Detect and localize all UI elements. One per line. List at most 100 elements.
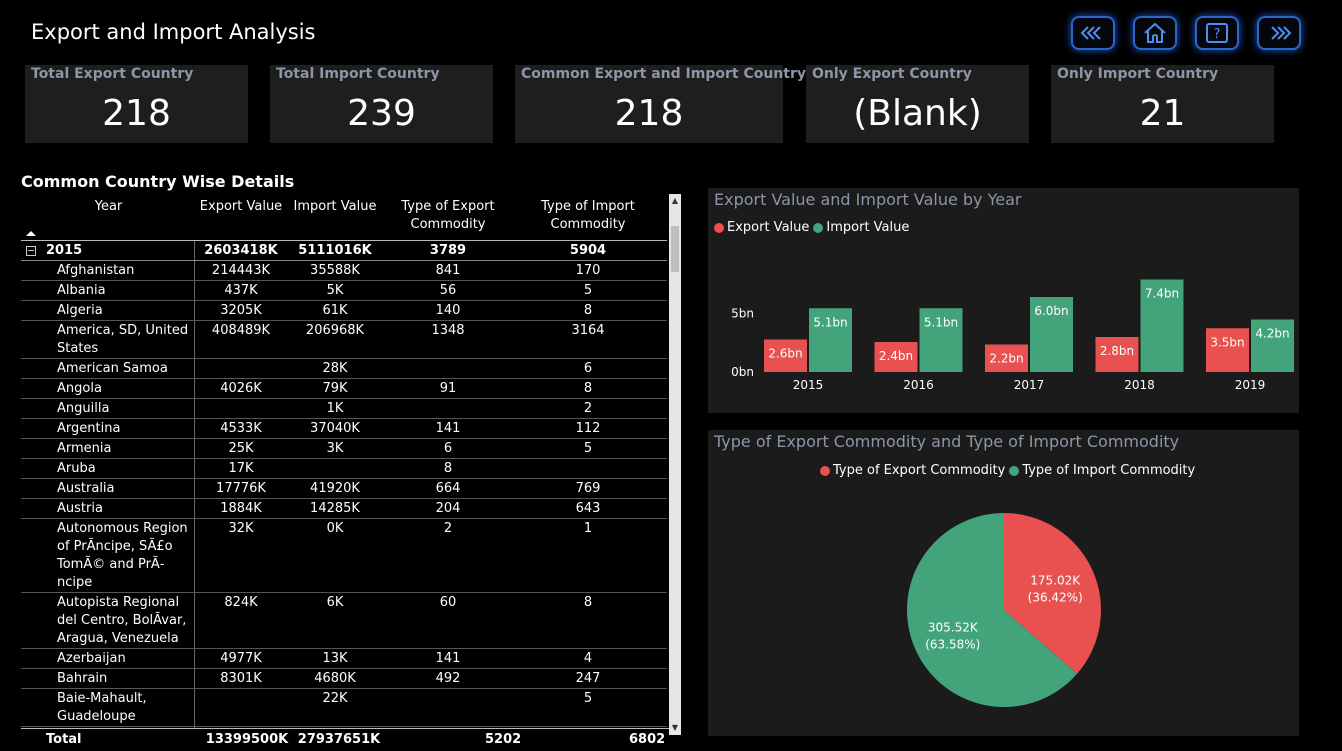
row-country: Albania [57, 283, 106, 298]
x-tick-label: 2017 [1014, 378, 1045, 392]
kpi-common-country: Common Export and Import Country 218 [515, 65, 806, 143]
kpi-total-export-country: Total Export Country 218 [25, 65, 248, 143]
table-row[interactable]: Baie-Mahault, Guadeloupe 22K 5 [21, 689, 667, 727]
x-tick-label: 2019 [1235, 378, 1266, 392]
kpi-value: 218 [614, 93, 684, 134]
table-row[interactable]: American Samoa 28K 6 [21, 359, 667, 379]
row-type-export: 204 [435, 501, 461, 516]
scroll-down-icon[interactable]: ▼ [670, 723, 680, 733]
row-export: 17K [228, 461, 254, 476]
table-row[interactable]: Argentina 4533K 37040K 141 112 [21, 419, 667, 439]
table-row[interactable]: Afghanistan 214443K 35588K 841 170 [21, 261, 667, 281]
row-type-import: 170 [575, 263, 601, 278]
row-type-import: 2 [583, 401, 593, 416]
back-button[interactable] [1071, 16, 1115, 50]
pie-value-label: 305.52K [928, 620, 979, 634]
table-row[interactable]: Australia 17776K 41920K 664 769 [21, 479, 667, 499]
table-row[interactable]: Angola 4026K 79K 91 8 [21, 379, 667, 399]
table-row[interactable]: Algeria 3205K 61K 140 8 [21, 301, 667, 321]
next-button[interactable] [1257, 16, 1301, 50]
row-export: 4977K [220, 651, 262, 666]
bar-data-label: 6.0bn [1034, 304, 1068, 318]
table-row[interactable]: Austria 1884K 14285K 204 643 [21, 499, 667, 519]
y-tick-label: 0bn [731, 365, 754, 379]
row-import: 79K [322, 381, 348, 396]
bar-data-label: 2.4bn [879, 349, 913, 363]
table-row[interactable]: Aruba 17K 8 [21, 459, 667, 479]
row-country: Austria [57, 501, 103, 516]
row-type-export: 56 [439, 283, 457, 298]
row-export: 408489K [211, 323, 271, 338]
total-export: 13399500K [205, 732, 289, 747]
group-type-export: 3789 [429, 243, 467, 258]
help-icon: ? [1206, 23, 1228, 43]
column-header-year[interactable]: Year [61, 198, 156, 216]
row-type-import: 5 [583, 691, 593, 706]
row-import: 41920K [310, 481, 360, 496]
home-button[interactable] [1133, 16, 1177, 50]
help-button[interactable]: ? [1195, 16, 1239, 50]
bar-data-label: 2.6bn [768, 347, 802, 361]
group-type-import: 5904 [569, 243, 607, 258]
row-country: America, SD, United States [57, 323, 189, 356]
row-type-export: 664 [435, 481, 461, 496]
sort-ascending-icon[interactable] [26, 231, 36, 236]
row-type-import: 8 [583, 381, 593, 396]
row-type-export: 141 [435, 421, 461, 436]
table-row[interactable]: Bahrain 8301K 4680K 492 247 [21, 669, 667, 689]
table-row[interactable]: Autonomous Region of PrÃncipe, SÃ£o TomÃ… [21, 519, 667, 593]
scroll-up-icon[interactable]: ▲ [670, 196, 680, 206]
total-type-import: 6802 [629, 732, 666, 747]
column-header-type-export[interactable]: Type of Export Commodity [393, 198, 503, 234]
table-row[interactable]: Albania 437K 5K 56 5 [21, 281, 667, 301]
row-export: 3205K [220, 303, 262, 318]
svg-text:?: ? [1214, 27, 1221, 42]
kpi-only-export-country: Only Export Country (Blank) [806, 65, 1029, 143]
row-type-import: 643 [575, 501, 601, 516]
country-details-table[interactable]: Year Export Value Import Value Type of E… [21, 194, 681, 751]
table-row[interactable]: Autopista Regional del Centro, BolÃvar, … [21, 593, 667, 649]
page-title: Export and Import Analysis [31, 20, 316, 44]
row-type-import: 8 [583, 595, 593, 610]
row-type-import: 247 [575, 671, 601, 686]
row-export: 214443K [211, 263, 271, 278]
double-chevron-right-icon [1271, 26, 1292, 40]
pie-value-label: 175.02K [1030, 574, 1081, 588]
row-type-import: 6 [583, 361, 593, 376]
bar-data-label: 3.5bn [1210, 335, 1244, 349]
kpi-value: 21 [1139, 93, 1186, 134]
table-body: 2015 2603418K 5111016K 3789 5904 Afghani… [21, 241, 667, 727]
total-import: 27937651K [297, 732, 381, 747]
row-export: 4026K [220, 381, 262, 396]
column-header-type-import[interactable]: Type of Import Commodity [533, 198, 643, 234]
scroll-thumb[interactable] [671, 226, 679, 272]
row-country: Australia [57, 481, 115, 496]
group-row-2015[interactable]: 2015 2603418K 5111016K 3789 5904 [21, 241, 667, 261]
kpi-label: Only Import Country [1057, 66, 1219, 82]
bar-chart: 0bn 5bn 2.6bn 5.1bn 2015 2.4bn 5.1bn 2016 2.2bn 6… [731, 279, 1294, 392]
table-row[interactable]: America, SD, United States 408489K 206968K… [21, 321, 667, 359]
table-row[interactable]: Anguilla 1K 2 [21, 399, 667, 419]
pie-chart-card: Type of Export Commodity and Type of Imp… [708, 430, 1299, 736]
kpi-label: Only Export Country [812, 66, 972, 82]
collapse-icon[interactable] [26, 246, 36, 256]
row-type-export: 841 [435, 263, 461, 278]
row-export: 437K [224, 283, 258, 298]
total-row: Total 13399500K 27937651K 5202 6802 [21, 728, 681, 751]
row-import: 1K [326, 401, 344, 416]
table-scrollbar[interactable]: ▲ ▼ [669, 194, 681, 735]
column-header-import-value[interactable]: Import Value [287, 198, 383, 216]
row-import: 6K [326, 595, 344, 610]
row-country: Autopista Regional del Centro, BolÃvar, … [57, 595, 187, 646]
row-type-export: 91 [439, 381, 457, 396]
row-import: 5K [326, 283, 344, 298]
table-row[interactable]: Azerbaijan 4977K 13K 141 4 [21, 649, 667, 669]
row-country: Armenia [57, 441, 112, 456]
column-header-export-value[interactable]: Export Value [195, 198, 287, 216]
row-type-import: 5 [583, 283, 593, 298]
total-label: Total [46, 732, 82, 747]
row-export: 32K [228, 521, 254, 536]
row-country: American Samoa [57, 361, 168, 376]
table-row[interactable]: Armenia 25K 3K 6 5 [21, 439, 667, 459]
row-export: 17776K [216, 481, 266, 496]
